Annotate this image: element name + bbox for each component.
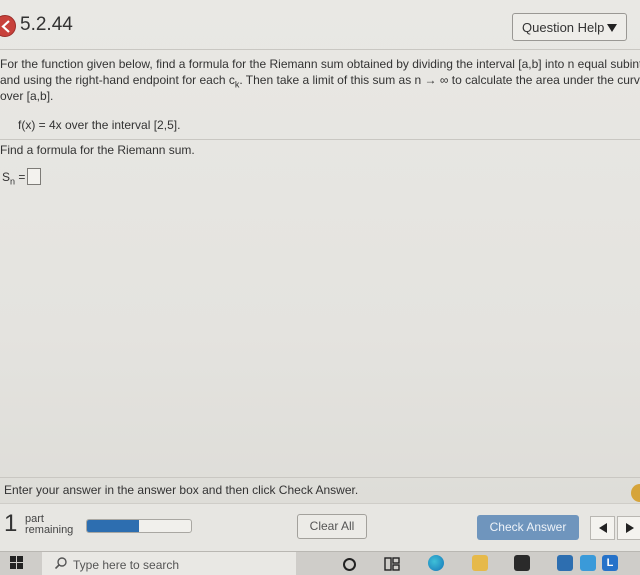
function-definition: f(x) = 4x over the interval [2,5]. (18, 118, 181, 132)
answer-input-box[interactable] (27, 168, 41, 185)
divider (0, 139, 640, 140)
cortana-icon[interactable] (343, 558, 356, 571)
problem-line-2: and using the right-hand endpoint for ea… (0, 73, 640, 90)
question-help-label: Question Help (522, 20, 605, 35)
help-orb-icon[interactable] (631, 484, 640, 502)
store-icon[interactable] (514, 555, 530, 571)
screen: 5.2.44 Question Help For the function gi… (0, 0, 640, 555)
search-icon (55, 557, 67, 569)
mail-icon[interactable] (557, 555, 573, 571)
question-number: 5.2.44 (20, 14, 73, 35)
problem-line-3: over [a,b]. (0, 89, 54, 103)
parts-remaining-label: part remaining (25, 513, 74, 536)
instructions-text: Enter your answer in the answer box and … (4, 483, 359, 497)
question-prompt: Find a formula for the Riemann sum. (0, 143, 195, 157)
question-header: 5.2.44 Question Help (0, 0, 640, 50)
taskbar-search-placeholder: Type here to search (73, 558, 180, 572)
back-arrow-icon (1, 20, 10, 33)
answer-label: Sn = (2, 170, 26, 187)
back-button[interactable] (0, 15, 16, 37)
l-app-icon[interactable]: L (602, 555, 618, 571)
check-answer-button[interactable]: Check Answer (477, 515, 579, 540)
next-button[interactable] (617, 516, 640, 540)
edge-browser-icon[interactable] (428, 555, 444, 571)
dropdown-triangle-icon (607, 24, 617, 32)
app-icon[interactable] (580, 555, 596, 571)
previous-button[interactable] (590, 516, 615, 540)
footer-divider (0, 477, 640, 478)
file-explorer-icon[interactable] (472, 555, 488, 571)
progress-bar (86, 519, 192, 533)
clear-all-button[interactable]: Clear All (297, 514, 367, 539)
task-view-icon[interactable] (384, 557, 400, 571)
problem-statement: For the function given below, find a for… (0, 56, 640, 104)
left-arrow-icon (599, 523, 607, 533)
question-help-button[interactable]: Question Help (512, 13, 627, 41)
right-arrow-icon (626, 523, 634, 533)
parts-remaining-count: 1 (4, 510, 18, 537)
progress-fill (87, 520, 139, 532)
windows-start-icon[interactable] (10, 556, 23, 569)
problem-line-1: For the function given below, find a for… (0, 57, 640, 71)
